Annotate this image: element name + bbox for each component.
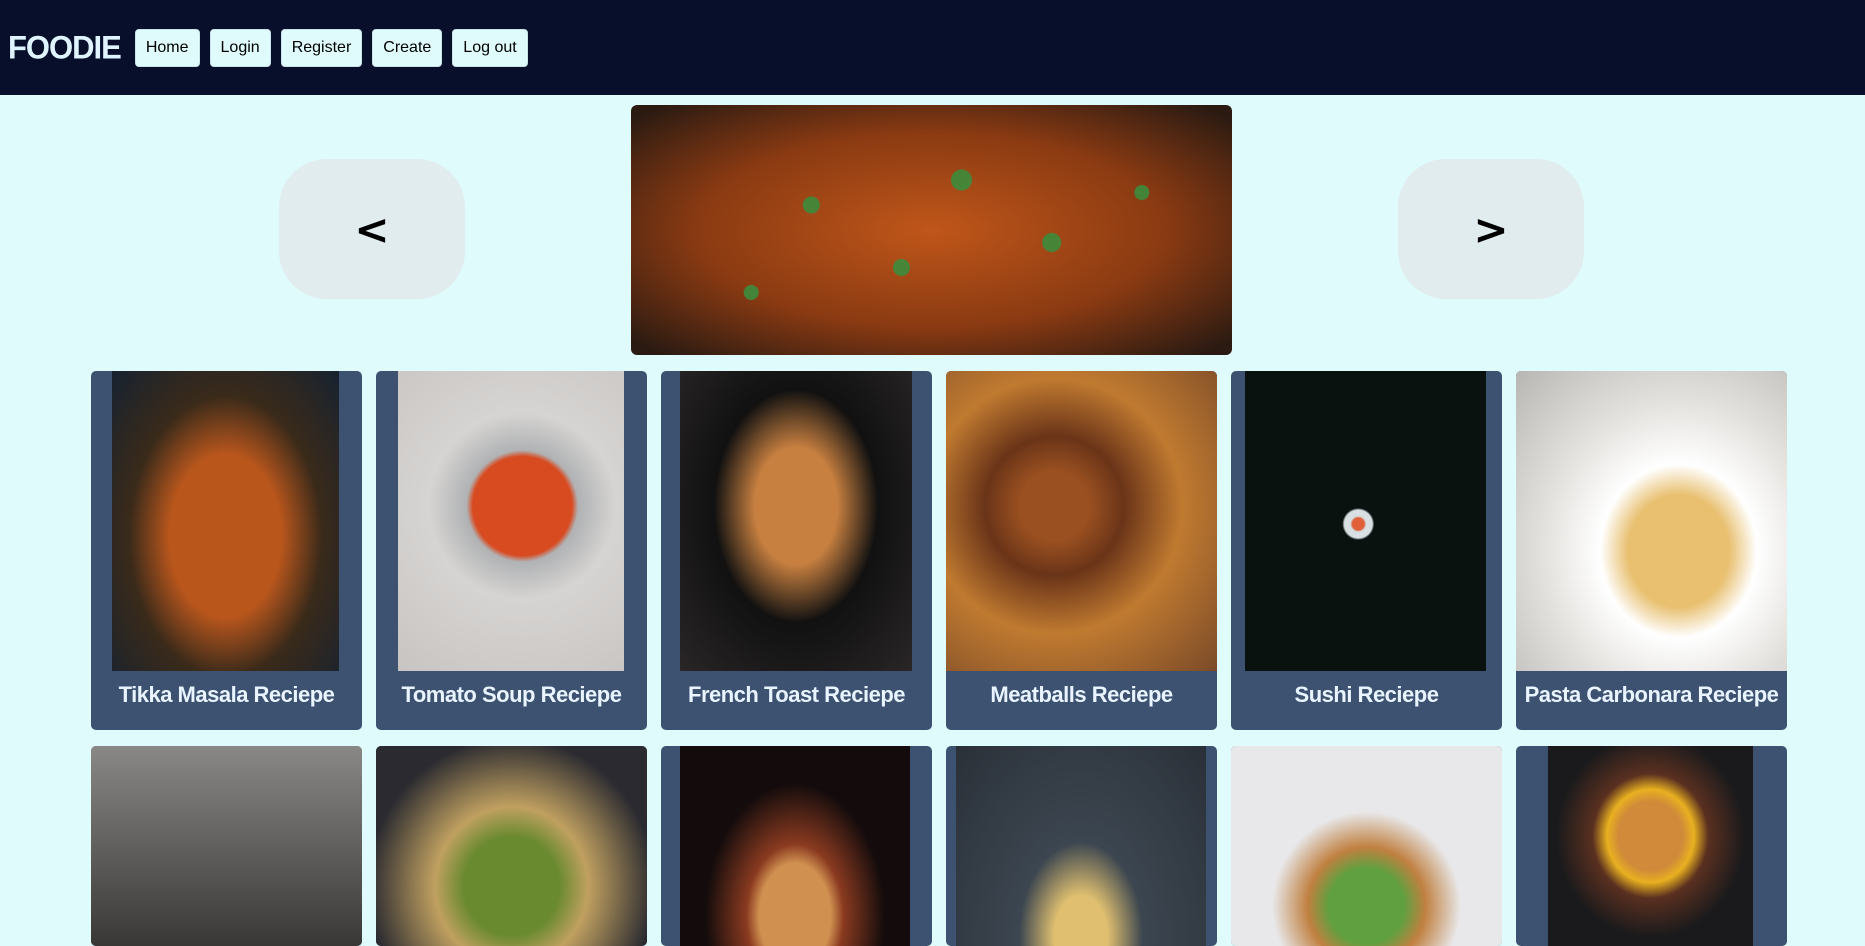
- recipe-card-pasta-carbonara[interactable]: Pasta Carbonara Reciepe: [1516, 371, 1787, 730]
- recipe-photo: [398, 371, 624, 671]
- recipe-card-row2-4[interactable]: [946, 746, 1217, 946]
- brand-logo[interactable]: FOODIE: [8, 29, 122, 67]
- recipe-photo: [946, 371, 1217, 671]
- recipe-title: Meatballs Reciepe: [990, 682, 1173, 707]
- nav-login-button[interactable]: Login: [209, 28, 271, 67]
- recipe-photo: [680, 371, 912, 671]
- recipe-card-row2-6[interactable]: [1516, 746, 1787, 946]
- carousel-next-button[interactable]: >: [1398, 159, 1584, 299]
- recipe-title: Tomato Soup Reciepe: [401, 682, 622, 707]
- recipe-photo: [1245, 371, 1486, 671]
- carousel-image[interactable]: [631, 105, 1232, 355]
- recipe-card-sushi[interactable]: Sushi Reciepe: [1231, 371, 1502, 730]
- recipe-photo: [956, 746, 1206, 946]
- recipe-photo: [112, 371, 339, 671]
- recipe-card-row2-5[interactable]: [1231, 746, 1502, 946]
- recipe-card-tomato-soup[interactable]: Tomato Soup Reciepe: [376, 371, 647, 730]
- recipe-card-french-toast[interactable]: French Toast Reciepe: [661, 371, 932, 730]
- recipe-photo: [680, 746, 910, 946]
- recipe-title: Sushi Reciepe: [1294, 682, 1439, 707]
- recipe-photo: [1231, 746, 1502, 946]
- recipe-title: French Toast Reciepe: [688, 682, 906, 707]
- nav-create-button[interactable]: Create: [372, 28, 443, 67]
- recipe-photo: [91, 746, 362, 946]
- carousel-prev-button[interactable]: <: [279, 159, 465, 299]
- recipe-title: Pasta Carbonara Reciepe: [1524, 682, 1779, 707]
- recipe-photo: [1516, 371, 1787, 671]
- nav-logout-button[interactable]: Log out: [452, 28, 528, 67]
- nav-register-button[interactable]: Register: [280, 28, 363, 67]
- top-navbar: FOODIE Home Login Register Create Log ou…: [0, 0, 1865, 95]
- recipe-card-row2-2[interactable]: [376, 746, 647, 946]
- nav-home-button[interactable]: Home: [134, 28, 200, 67]
- recipe-card-row2-3[interactable]: [661, 746, 932, 946]
- recipe-title: Tikka Masala Reciepe: [118, 682, 335, 707]
- recipe-card-row2-1[interactable]: [91, 746, 362, 946]
- recipe-photo: [1548, 746, 1753, 946]
- recipe-photo: [376, 746, 647, 946]
- recipe-card-tikka-masala[interactable]: Tikka Masala Reciepe: [91, 371, 362, 730]
- recipe-card-meatballs[interactable]: Meatballs Reciepe: [946, 371, 1217, 730]
